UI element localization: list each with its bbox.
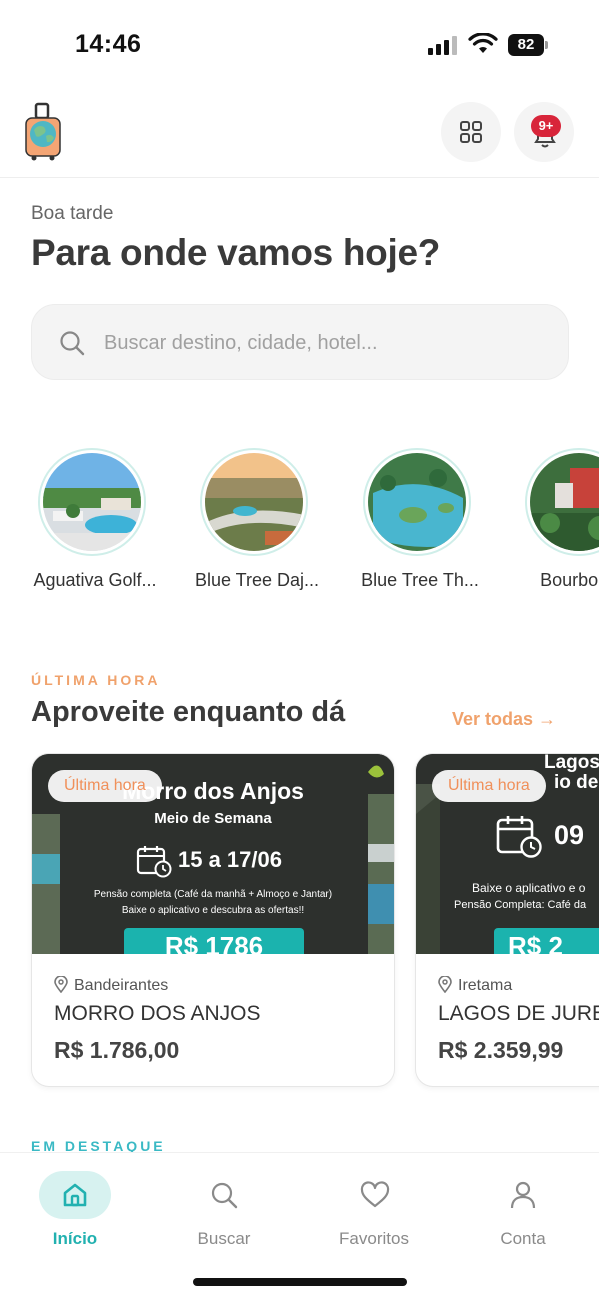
poster-subtitle: Meio de Semana bbox=[154, 810, 272, 827]
location-row: Bandeirantes bbox=[54, 975, 169, 995]
suitcase-globe-icon[interactable] bbox=[22, 102, 64, 162]
calendar-clock-icon bbox=[496, 816, 542, 858]
home-indicator bbox=[193, 1278, 407, 1286]
nav-label: Conta bbox=[500, 1229, 546, 1248]
app-header: 9+ bbox=[0, 92, 599, 178]
poster-title: Lagos de bbox=[544, 754, 599, 773]
search-bar[interactable] bbox=[31, 304, 569, 380]
story-image bbox=[368, 453, 466, 551]
grid-menu-button[interactable] bbox=[441, 102, 501, 162]
heart-icon bbox=[360, 1181, 390, 1208]
poster-dates: 15 a 17/06 bbox=[178, 847, 282, 872]
notifications-button[interactable]: 9+ bbox=[514, 102, 574, 162]
deal-poster: Lagos de io de 09 Baixe o aplicativo e o… bbox=[416, 754, 599, 954]
poster-price: R$ 2 bbox=[494, 928, 599, 954]
nav-label: Favoritos bbox=[339, 1229, 409, 1248]
greeting-text: Boa tarde bbox=[31, 203, 114, 224]
poster-line: Pensão completa (Café da manhã + Almoço … bbox=[93, 889, 333, 900]
deal-card[interactable]: Morro dos Anjos Meio de Semana 15 a 17/0… bbox=[31, 753, 395, 1087]
battery-icon: 82 bbox=[508, 34, 548, 56]
nav-label: Início bbox=[52, 1229, 98, 1248]
section-kicker: ÚLTIMA HORA bbox=[31, 672, 161, 688]
grid-icon bbox=[460, 121, 482, 143]
search-input[interactable] bbox=[104, 325, 544, 361]
calendar-clock-icon bbox=[136, 846, 172, 878]
location-pin-icon bbox=[54, 975, 68, 994]
location-pin-icon bbox=[438, 975, 452, 994]
wifi-icon bbox=[468, 33, 498, 53]
nav-account[interactable]: Conta bbox=[463, 1171, 583, 1249]
poster-price: R$ 1786 bbox=[124, 928, 304, 954]
hotel-price: R$ 1.786,00 bbox=[54, 1037, 180, 1063]
story-image bbox=[530, 453, 599, 551]
nav-label: Buscar bbox=[197, 1229, 251, 1248]
story-label: Bourbon T bbox=[540, 570, 599, 590]
deal-poster: Morro dos Anjos Meio de Semana 15 a 17/0… bbox=[32, 754, 394, 954]
poster-line: Pensão Completa: Café da bbox=[454, 899, 587, 911]
status-time: 14:46 bbox=[75, 30, 142, 58]
home-icon bbox=[63, 1183, 87, 1207]
location-row: Iretama bbox=[438, 975, 513, 995]
poster-dates: 09 bbox=[554, 820, 585, 850]
cellular-signal-icon bbox=[428, 35, 460, 55]
deal-card[interactable]: Lagos de io de 09 Baixe o aplicativo e o… bbox=[415, 753, 599, 1087]
poster-line: Baixe o aplicativo e o bbox=[472, 881, 586, 895]
hotel-stories-row: Aguativa Golf... Blue Tree Daj... Blue T… bbox=[0, 448, 599, 598]
hotel-name: MORRO DOS ANJOS bbox=[54, 1002, 261, 1025]
last-minute-tag: Última hora bbox=[432, 770, 546, 802]
user-icon bbox=[510, 1181, 536, 1209]
hotel-price: R$ 2.359,99 bbox=[438, 1037, 564, 1063]
section-title: Aproveite enquanto dá bbox=[31, 696, 346, 728]
deals-carousel: Morro dos Anjos Meio de Semana 15 a 17/0… bbox=[0, 753, 599, 1093]
story-image bbox=[43, 453, 141, 551]
poster-line: Baixe o aplicativo e descubra as ofertas… bbox=[121, 905, 305, 916]
poster-subtitle: io de bbox=[554, 772, 599, 793]
page-title: Para onde vamos hoje? bbox=[31, 232, 441, 273]
hotel-name: LAGOS DE JURE bbox=[438, 1002, 599, 1025]
story-label: Blue Tree Daj... bbox=[194, 570, 320, 590]
nav-search[interactable]: Buscar bbox=[164, 1171, 284, 1249]
location-text: Iretama bbox=[458, 977, 513, 994]
location-text: Bandeirantes bbox=[74, 977, 169, 994]
story-image bbox=[205, 453, 303, 551]
see-all-link[interactable]: Ver todas → bbox=[452, 709, 556, 730]
nav-favorites[interactable]: Favoritos bbox=[314, 1171, 434, 1249]
notification-badge: 9+ bbox=[531, 115, 561, 137]
last-minute-tag: Última hora bbox=[48, 770, 162, 802]
nav-home[interactable]: Início bbox=[15, 1171, 135, 1249]
search-icon bbox=[60, 331, 85, 356]
status-bar: 14:46 82 bbox=[0, 0, 599, 80]
search-icon bbox=[211, 1182, 238, 1209]
battery-level: 82 bbox=[508, 34, 544, 56]
